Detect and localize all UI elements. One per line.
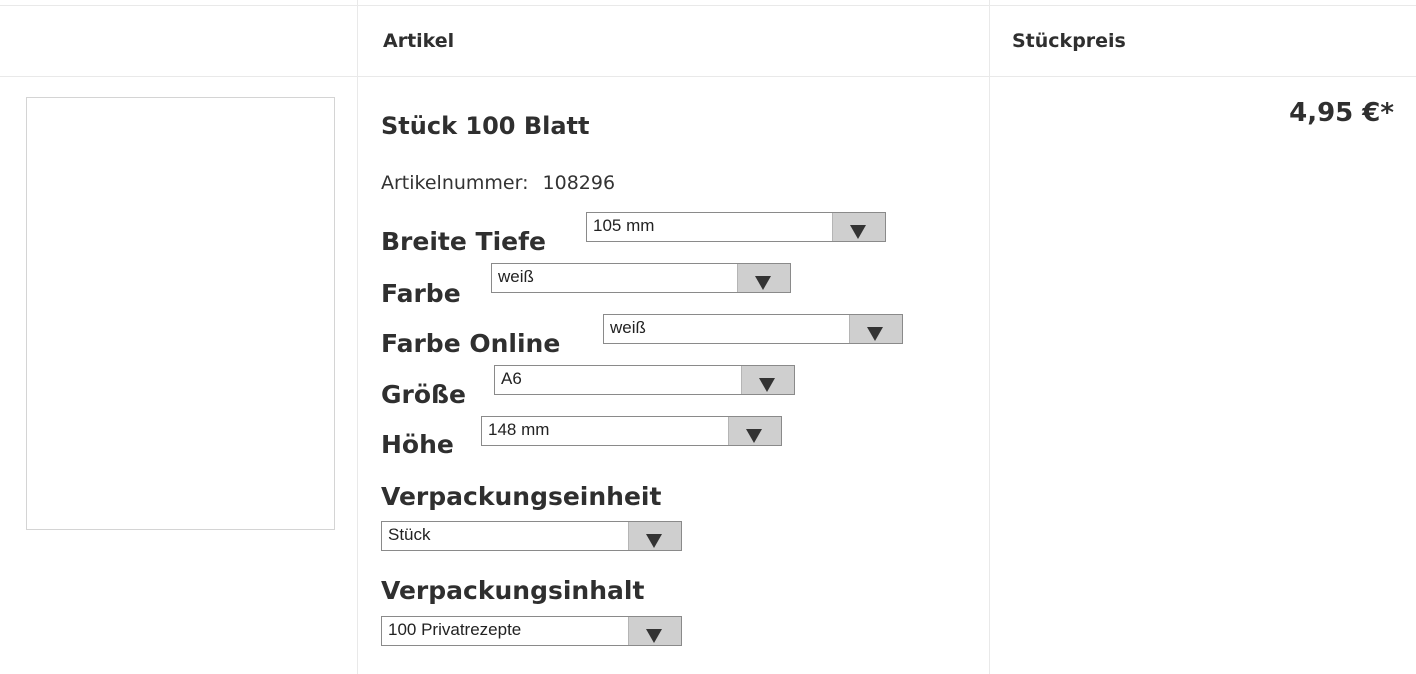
- article-number: Artikelnummer: 108296: [381, 172, 615, 194]
- select-value: 100 Privatrezepte: [388, 620, 522, 639]
- dropdown-button[interactable]: [741, 366, 794, 394]
- article-number-value: 108296: [542, 172, 616, 194]
- triangle-down-icon: [755, 276, 771, 290]
- select-groesse[interactable]: A6: [494, 365, 795, 395]
- product-title[interactable]: Stück 100 Blatt: [381, 112, 590, 140]
- table-top-border: [0, 5, 1416, 6]
- dropdown-button[interactable]: [832, 213, 885, 241]
- dropdown-button[interactable]: [728, 417, 781, 445]
- select-breite-tiefe[interactable]: 105 mm: [586, 212, 886, 242]
- article-number-label: Artikelnummer:: [381, 172, 529, 194]
- option-label-hoehe: Höhe: [381, 430, 454, 459]
- dropdown-button[interactable]: [737, 264, 790, 292]
- dropdown-button[interactable]: [628, 617, 681, 645]
- triangle-down-icon: [746, 429, 762, 443]
- option-label-verpackungsinhalt: Verpackungsinhalt: [381, 576, 645, 605]
- select-farbe[interactable]: weiß: [491, 263, 791, 293]
- column-header-unit-price: Stückpreis: [1012, 30, 1126, 52]
- select-verpackungsinhalt[interactable]: 100 Privatrezepte: [381, 616, 682, 646]
- column-divider-1: [357, 0, 358, 674]
- option-label-groesse: Größe: [381, 380, 466, 409]
- select-value: 105 mm: [593, 216, 655, 235]
- select-farbe-online[interactable]: weiß: [603, 314, 903, 344]
- select-value: A6: [501, 369, 522, 388]
- select-verpackungseinheit[interactable]: Stück: [381, 521, 682, 551]
- unit-price: 4,95 €*: [1289, 98, 1394, 128]
- option-label-verpackungseinheit: Verpackungseinheit: [381, 482, 662, 511]
- select-value: weiß: [498, 267, 534, 286]
- select-hoehe[interactable]: 148 mm: [481, 416, 782, 446]
- triangle-down-icon: [867, 327, 883, 341]
- select-value: 148 mm: [488, 420, 550, 439]
- select-value: Stück: [388, 525, 431, 544]
- product-image[interactable]: [26, 97, 335, 530]
- option-label-breite-tiefe: Breite Tiefe: [381, 227, 546, 256]
- column-divider-2: [989, 0, 990, 674]
- triangle-down-icon: [850, 225, 866, 239]
- select-value: weiß: [610, 318, 646, 337]
- triangle-down-icon: [759, 378, 775, 392]
- option-label-farbe-online: Farbe Online: [381, 329, 561, 358]
- triangle-down-icon: [646, 534, 662, 548]
- table-header-divider: [0, 76, 1416, 77]
- dropdown-button[interactable]: [849, 315, 902, 343]
- column-header-article: Artikel: [383, 30, 455, 52]
- triangle-down-icon: [646, 629, 662, 643]
- option-label-farbe: Farbe: [381, 279, 461, 308]
- dropdown-button[interactable]: [628, 522, 681, 550]
